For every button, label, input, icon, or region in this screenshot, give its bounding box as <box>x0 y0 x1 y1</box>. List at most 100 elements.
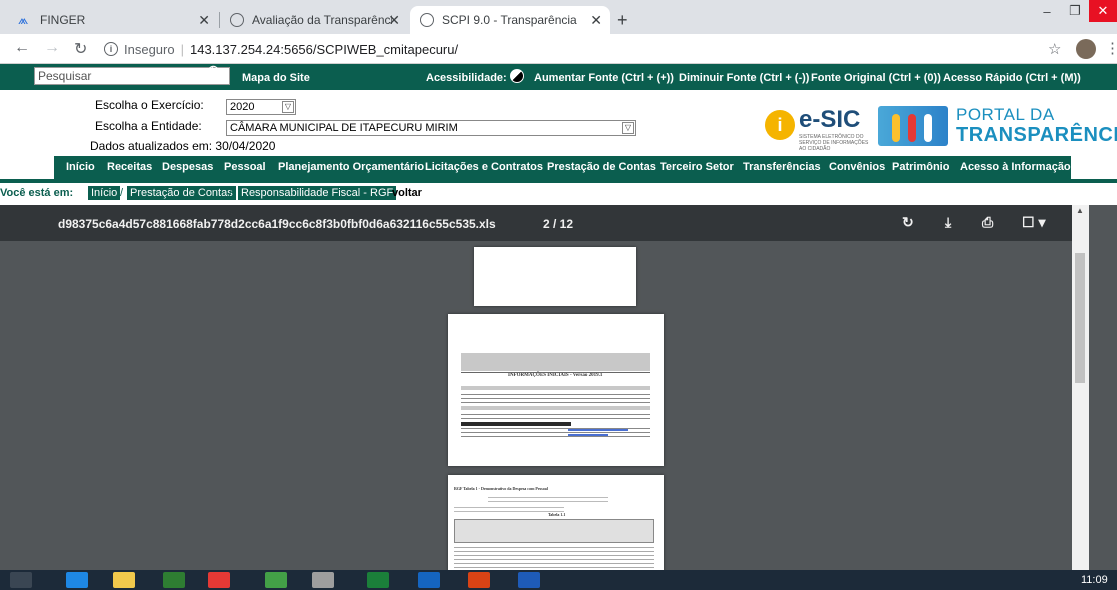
scrollbar-thumb[interactable] <box>1075 253 1085 383</box>
pdf-scrollbar[interactable]: ▲ <box>1072 205 1089 570</box>
nav-receitas[interactable]: Receitas <box>107 161 152 173</box>
windows-start-icon[interactable] <box>10 572 32 588</box>
page-header-block <box>461 353 650 371</box>
address-bar[interactable]: i Inseguro | 143.137.254.24:5656/SCPIWEB… <box>104 37 1004 61</box>
filters-panel: Escolha o Exercício: 2020 ▽ Escolha a En… <box>0 90 1117 156</box>
close-tab-icon[interactable]: ✕ <box>590 12 602 29</box>
exercise-select[interactable]: 2020 ▽ <box>226 99 296 115</box>
dark-row <box>461 422 571 426</box>
info-icon[interactable]: i <box>104 42 118 56</box>
quick-access-link[interactable]: Acesso Rápido (Ctrl + (M)) <box>943 72 1081 84</box>
nav-licitacoes[interactable]: Licitações e Contratos <box>425 161 543 173</box>
page-indicator: 2 / 12 <box>543 217 574 231</box>
site-map-link[interactable]: Mapa do Site <box>242 72 310 84</box>
bookmark-icon[interactable]: ☐ ▾ <box>1022 214 1045 231</box>
tab-title: FINGER <box>40 13 86 27</box>
nav-terceiro-setor[interactable]: Terceiro Setor <box>660 161 734 173</box>
pdf-page-3[interactable]: RGF Tabela 1 - Demonstrativo da Despesa … <box>448 475 664 570</box>
profile-avatar[interactable] <box>1076 39 1096 59</box>
globe-icon <box>420 13 434 27</box>
nav-prestacao[interactable]: Prestação de Contas <box>547 161 656 173</box>
browser-tab-avaliacao[interactable]: Avaliação da Transparência dos Í ✕ <box>220 6 408 34</box>
nav-planejamento[interactable]: Planejamento Orçamentário <box>278 161 424 173</box>
back-arrow-icon[interactable]: ← <box>14 39 30 57</box>
reload-icon[interactable]: ↻ <box>74 39 87 59</box>
nav-convenios[interactable]: Convênios <box>829 161 885 173</box>
file-explorer-icon[interactable] <box>113 572 135 588</box>
forward-arrow-icon[interactable]: → <box>44 39 60 57</box>
esic-logo[interactable]: i e-SIC SISTEMA ELETRÔNICO DO SERVIÇO DE… <box>765 104 875 152</box>
main-navigation: Início Receitas Despesas Pessoal Planeja… <box>54 156 1071 179</box>
page2-heading: INFORMAÇÕES INICIAIS - Versão 2019.1 <box>508 373 603 378</box>
page3-heading: RGF Tabela 1 - Demonstrativo da Despesa … <box>454 486 548 491</box>
web-page: Pesquisar 🔍︎ Mapa do Site Acessibilidade… <box>0 64 1117 570</box>
breadcrumb-separator: / <box>229 187 233 199</box>
increase-font-link[interactable]: Aumentar Fonte (Ctrl + (+)) <box>534 72 674 84</box>
close-tab-icon[interactable]: ✕ <box>388 12 400 29</box>
updated-text: Dados atualizados em: 30/04/2020 <box>90 139 276 153</box>
accessibility-label: Acessibilidade: <box>426 72 507 84</box>
nav-acesso-informacao[interactable]: Acesso à Informação <box>960 161 1071 173</box>
breadcrumb-label: Você está em: <box>0 187 74 199</box>
close-tab-icon[interactable]: ✕ <box>198 12 210 29</box>
store-icon[interactable] <box>163 572 185 588</box>
nav-despesas[interactable]: Despesas <box>162 161 213 173</box>
portal-transparencia-logo[interactable]: PORTAL DA TRANSPARÊNCIA <box>878 102 1117 148</box>
browser-tab-finger[interactable]: ⩕ FINGER ✕ <box>8 6 218 34</box>
rotate-icon[interactable]: ↻ <box>902 214 914 231</box>
browser-tab-bar: ⩕ FINGER ✕ Avaliação da Transparência do… <box>0 0 1117 34</box>
exercise-label: Escolha o Exercício: <box>95 98 204 112</box>
breadcrumb-inicio[interactable]: Início <box>88 186 121 200</box>
pdf-page-1[interactable] <box>474 247 636 306</box>
close-window-button[interactable]: ✕ <box>1089 0 1117 22</box>
search-input[interactable]: Pesquisar <box>34 67 230 85</box>
search-icon[interactable]: 🔍︎ <box>207 65 225 82</box>
powerpoint-icon[interactable] <box>468 572 490 588</box>
download-icon[interactable]: ⤓ <box>945 214 951 231</box>
chevron-down-icon: ▽ <box>622 122 634 134</box>
breadcrumb-prestacao[interactable]: Prestação de Contas <box>127 186 236 200</box>
bookmark-star-icon[interactable]: ☆ <box>1048 40 1061 58</box>
pdf-viewer: d98375c6a4d57c881668fab778d2cc6a1f9cc6c8… <box>0 205 1117 570</box>
print-icon[interactable]: ⎙ <box>982 214 993 231</box>
page3-table-label: Tabela 1.1 <box>548 512 566 517</box>
outlook-icon[interactable] <box>418 572 440 588</box>
app-icon[interactable] <box>312 572 334 588</box>
security-label: Inseguro <box>124 41 175 57</box>
nav-underline <box>0 179 1117 183</box>
people-figures-icon <box>878 106 948 146</box>
pdf-page-2[interactable]: INFORMAÇÕES INICIAIS - Versão 2019.1 <box>448 314 664 466</box>
nav-transferencias[interactable]: Transferências <box>743 161 821 173</box>
nav-patrimonio[interactable]: Patrimônio <box>892 161 949 173</box>
back-link[interactable]: voltar <box>392 187 422 199</box>
internet-explorer-icon[interactable] <box>66 572 88 588</box>
contrast-icon[interactable] <box>510 69 524 83</box>
browser-menu-icon[interactable]: ⋮ <box>1105 39 1117 57</box>
pdf-filename: d98375c6a4d57c881668fab778d2cc6a1f9cc6c8… <box>58 217 496 231</box>
maximize-window-button[interactable]: ❐ <box>1060 0 1090 22</box>
entity-label: Escolha a Entidade: <box>95 119 202 133</box>
original-font-link[interactable]: Fonte Original (Ctrl + (0)) <box>811 72 941 84</box>
nav-pessoal[interactable]: Pessoal <box>224 161 266 173</box>
entity-select[interactable]: CÂMARA MUNICIPAL DE ITAPECURU MIRIM ▽ <box>226 120 636 136</box>
os-taskbar: 11:09 <box>0 570 1117 590</box>
new-tab-button[interactable]: + <box>617 10 628 31</box>
breadcrumb-rgf[interactable]: Responsabilidade Fiscal - RGF <box>238 186 397 200</box>
breadcrumb-separator: / <box>120 187 124 199</box>
scroll-up-arrow-icon[interactable]: ▲ <box>1076 206 1084 215</box>
section-bar <box>461 386 650 390</box>
entity-value: CÂMARA MUNICIPAL DE ITAPECURU MIRIM <box>230 122 458 134</box>
decrease-font-link[interactable]: Diminuir Fonte (Ctrl + (-)) <box>679 72 809 84</box>
nav-inicio[interactable]: Início <box>66 161 95 173</box>
minimize-window-button[interactable]: – <box>1032 0 1062 22</box>
info-person-icon: i <box>765 110 795 140</box>
app-icon[interactable] <box>265 572 287 588</box>
word-icon[interactable] <box>518 572 540 588</box>
chrome-icon[interactable] <box>208 572 230 588</box>
table-header <box>454 519 654 543</box>
pdf-toolbar: d98375c6a4d57c881668fab778d2cc6a1f9cc6c8… <box>0 205 1072 241</box>
browser-tab-scpi[interactable]: SCPI 9.0 - Transparência ✕ <box>410 6 610 34</box>
excel-icon[interactable] <box>367 572 389 588</box>
url-text[interactable]: 143.137.254.24:5656/SCPIWEB_cmitapecuru/ <box>190 42 458 57</box>
finger-tab-icon: ⩕ <box>18 12 29 27</box>
